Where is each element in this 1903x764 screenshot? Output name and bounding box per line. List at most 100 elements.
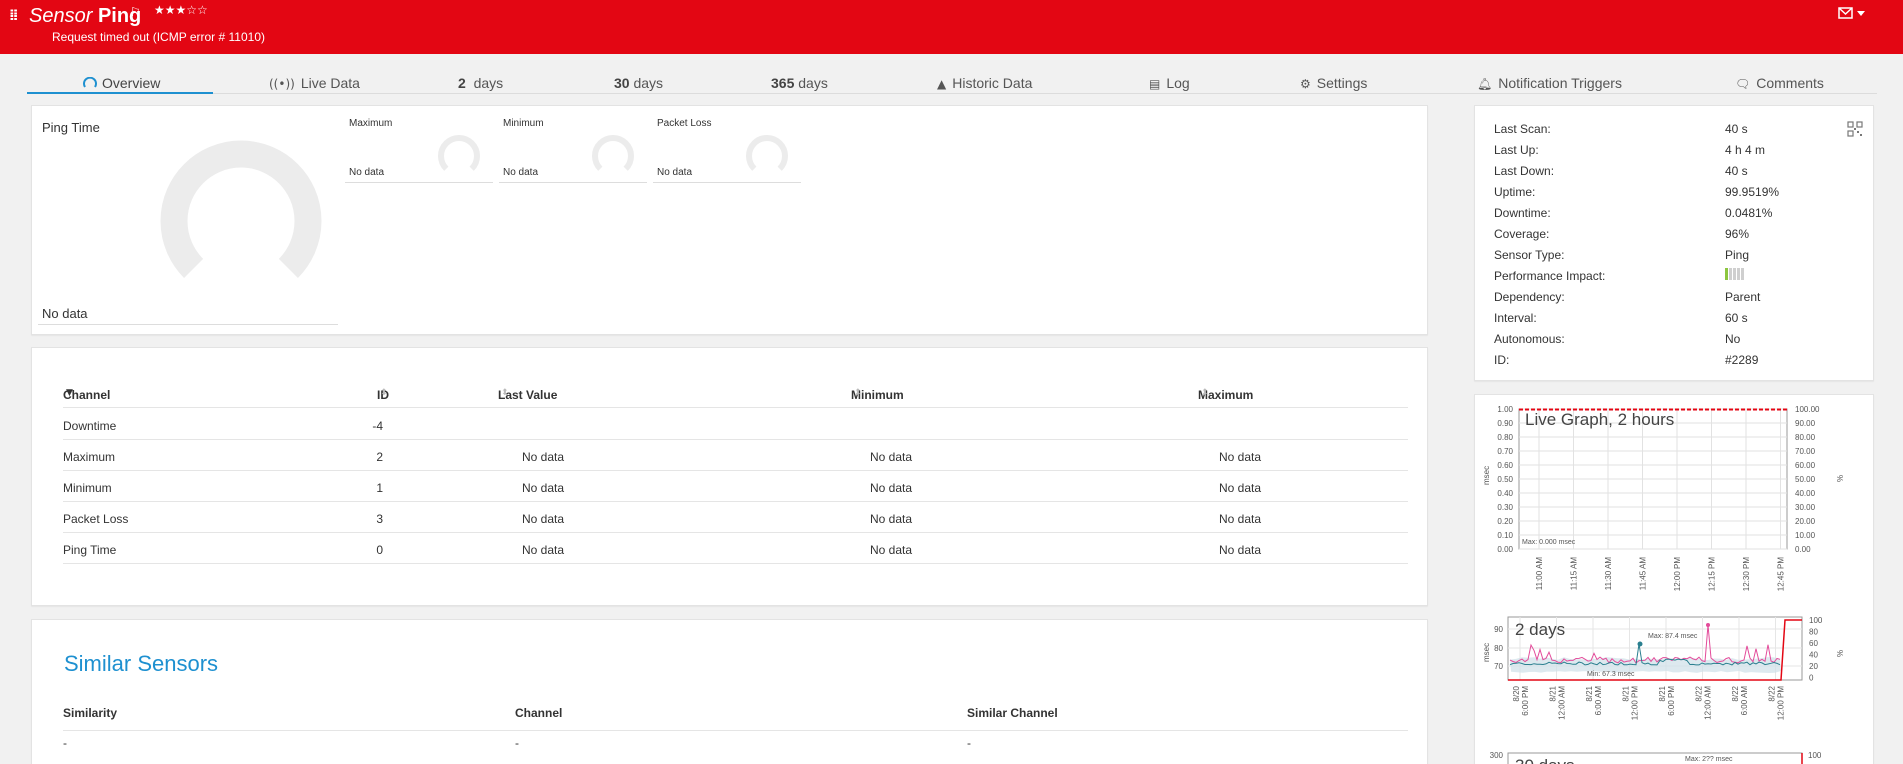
x-tick-label: 8/21 — [1549, 685, 1558, 701]
y2-tick-label: 0.00 — [1795, 545, 1811, 554]
envelope-icon[interactable] — [1838, 6, 1868, 20]
similar-table-header: Similarity Channel Similar Channel — [63, 706, 1408, 731]
priority-stars[interactable]: ★★★☆☆ — [154, 3, 208, 17]
tab-live-data[interactable]: ((•)) Live Data — [269, 75, 360, 91]
gauge-ring-icon — [592, 135, 634, 171]
x-tick-label: 12:15 PM — [1708, 557, 1717, 592]
thirty-days-graph[interactable]: 30 days Max: 2?? msec 300 100 — [1490, 751, 1822, 764]
y2-tick-label: 100 — [1809, 616, 1823, 625]
x-tick-label: 11:30 AM — [1604, 557, 1613, 591]
y2-tick-label: 50.00 — [1795, 475, 1816, 484]
x-tick-label: 12:45 PM — [1777, 557, 1786, 592]
x-tick-label: 11:45 AM — [1639, 557, 1648, 591]
sensor-header: ⁞⁞ Sensor Ping ⚐ ★★★☆☆ Request timed out… — [0, 0, 1903, 54]
x-tick-label: 12:30 PM — [1742, 557, 1751, 592]
two-days-graph-max: Max: 87.4 msec — [1648, 633, 1698, 640]
sensor-info-panel: Last Scan: 40 s Last Up: 4 h 4 m Last Down… — [1474, 105, 1874, 381]
tab-historic-data[interactable]: ▲ Historic Data — [937, 75, 1032, 91]
thirty-days-left-tick: 300 — [1490, 751, 1504, 760]
x-tick-label: 12:00 AM — [1558, 686, 1567, 720]
y-tick-label: 0.80 — [1497, 433, 1513, 442]
graphs-panel: Live Graph, 2 hours Max: 0.000 msec 1.00… — [1474, 394, 1874, 764]
status-message: Request timed out (ICMP error # 11010) — [52, 30, 265, 44]
tab-log[interactable]: ▤ Log — [1149, 75, 1190, 91]
tab-overview[interactable]: Overview — [83, 75, 160, 91]
y2-tick-label: 10.00 — [1795, 531, 1816, 540]
graphs-svg: Live Graph, 2 hours Max: 0.000 msec 1.00… — [1482, 405, 1844, 764]
two-days-graph[interactable]: 2 days Max: 87.4 msec Min: 67.3 msec 90 8… — [1482, 616, 1844, 720]
live-data-icon: ((•)) — [269, 77, 295, 91]
sort-icon: ⬍ — [380, 388, 388, 398]
tab-2-days[interactable]: 2 days — [458, 75, 503, 91]
y2-tick-label: 0 — [1809, 674, 1814, 683]
y-tick-label: 80 — [1494, 644, 1503, 653]
maximum-gauge: Maximum No data — [345, 118, 493, 183]
live-graph-ylabel-left: msec — [1482, 466, 1491, 485]
x-tick-label: 8/22 — [1731, 685, 1740, 701]
active-tab-indicator — [27, 92, 213, 94]
gauge-title: Ping Time — [42, 120, 100, 135]
y-tick-label: 1.00 — [1497, 405, 1513, 414]
similar-sensors-title: Similar Sensors — [64, 651, 219, 676]
table-row[interactable]: Packet Loss 3 No data No data No data — [63, 502, 1408, 533]
y2-tick-label: 80 — [1809, 628, 1818, 637]
tab-notification-triggers[interactable]: 🔔︎ Notification Triggers — [1477, 75, 1622, 91]
y-tick-label: 0.60 — [1497, 461, 1513, 470]
tab-30-days[interactable]: 30 days — [614, 75, 663, 91]
tab-comments[interactable]: 🗨︎ Comments — [1735, 75, 1824, 91]
y2-tick-label: 60.00 — [1795, 461, 1816, 470]
table-row[interactable]: Downtime -4 — [63, 409, 1408, 440]
gear-icon: ⚙ — [1300, 77, 1311, 91]
two-days-graph-ylabel-right: % — [1835, 650, 1844, 657]
x-tick-label: 6:00 PM — [1667, 686, 1676, 716]
y2-tick-label: 40.00 — [1795, 489, 1816, 498]
two-days-graph-ylabel-left: msec — [1482, 643, 1491, 662]
x-tick-label: 12:00 AM — [1704, 686, 1713, 720]
divider — [345, 182, 493, 183]
sort-icon: ⬍ — [854, 388, 862, 398]
y2-tick-label: 40 — [1809, 651, 1818, 660]
y2-tick-label: 20 — [1809, 662, 1818, 671]
table-row[interactable]: Maximum 2 No data No data No data — [63, 440, 1408, 471]
y2-tick-label: 90.00 — [1795, 419, 1816, 428]
comment-icon: 🗨︎ — [1735, 77, 1751, 91]
y-tick-label: 0.00 — [1497, 545, 1513, 554]
gauges-panel: Ping Time No data Maximum No data Minimu… — [31, 105, 1428, 335]
y-tick-label: 0.10 — [1497, 531, 1513, 540]
y2-tick-label: 20.00 — [1795, 517, 1816, 526]
x-tick-label: 12:00 PM — [1673, 557, 1682, 592]
live-graph-annotation: Max: 0.000 msec — [1522, 539, 1576, 546]
divider — [499, 182, 647, 183]
area-chart-icon: ▲ — [937, 77, 947, 91]
y-tick-label: 0.90 — [1497, 419, 1513, 428]
x-tick-label: 11:15 AM — [1570, 557, 1579, 591]
two-days-graph-min: Min: 67.3 msec — [1587, 671, 1635, 678]
x-tick-label: 6:00 AM — [1594, 686, 1603, 716]
y-tick-label: 0.20 — [1497, 517, 1513, 526]
y-tick-label: 0.50 — [1497, 475, 1513, 484]
drag-handle-icon[interactable]: ⁞⁞ — [9, 6, 19, 24]
table-row[interactable]: Ping Time 0 No data No data No data — [63, 533, 1408, 564]
qr-code-icon[interactable] — [1847, 121, 1863, 137]
x-tick-label: 8/22 — [1768, 685, 1777, 701]
live-graph-ylabel-right: % — [1835, 475, 1844, 482]
x-tick-label: 12:00 PM — [1777, 686, 1786, 721]
thirty-days-graph-title: 30 days — [1515, 756, 1575, 764]
live-graph[interactable]: Live Graph, 2 hours Max: 0.000 msec 1.00… — [1482, 405, 1844, 591]
table-row: - - - — [63, 736, 971, 750]
live-graph-title: Live Graph, 2 hours — [1525, 410, 1674, 429]
tab-365-days[interactable]: 365 days — [771, 75, 828, 91]
log-icon: ▤ — [1149, 77, 1161, 91]
sort-icon: ⬍ — [501, 388, 509, 398]
y-tick-label: 0.30 — [1497, 503, 1513, 512]
max-point-marker — [1637, 641, 1643, 647]
overview-icon — [83, 76, 97, 88]
tab-settings[interactable]: ⚙ Settings — [1300, 75, 1367, 91]
divider — [38, 324, 338, 325]
x-tick-label: 8/22 — [1695, 685, 1704, 701]
y-tick-label: 70 — [1494, 662, 1503, 671]
flag-icon[interactable]: ⚐ — [130, 5, 141, 19]
table-row[interactable]: Minimum 1 No data No data No data — [63, 471, 1408, 502]
similar-sensors-panel: Similar Sensors Similarity Channel Simil… — [31, 619, 1428, 764]
gauge-value: No data — [42, 306, 88, 321]
